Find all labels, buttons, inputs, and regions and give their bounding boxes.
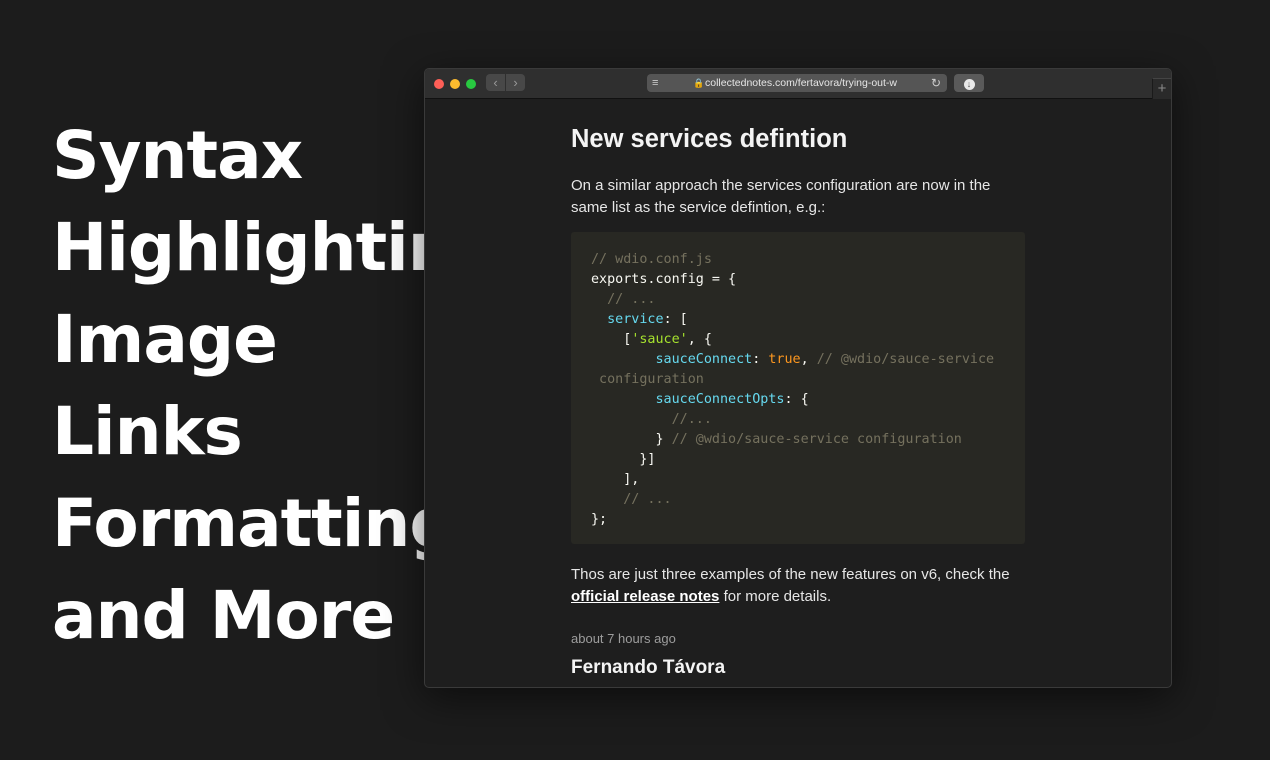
code-line: //... [591,412,712,427]
reader-view-icon[interactable]: ≡ [652,74,658,92]
code-comment: configuration [591,372,704,387]
paragraph-text: Thos are just three examples of the new … [571,566,1010,583]
release-notes-link[interactable]: official release notes [571,588,719,605]
code-line: sauceConnectOpts: { [655,392,809,407]
code-key: sauceConnectOpts [655,392,785,407]
new-tab-button[interactable]: + [1152,78,1171,99]
plus-icon: + [1157,80,1167,97]
code-text: // wdio.conf.js exports.config = { // ..… [571,232,1025,530]
code-line: sauceConnect: true, // @wdio/sauce-servi… [655,352,995,367]
back-button[interactable]: ‹ [486,74,505,91]
zoom-window-button[interactable] [466,79,476,89]
author-name: Fernando Távora [571,657,726,678]
minimize-window-button[interactable] [450,79,460,89]
code-comment: // @wdio/sauce-service [816,352,995,367]
post-timestamp: about 7 hours ago [571,631,676,646]
code-line: }] [591,452,656,467]
code-block: // wdio.conf.js exports.config = { // ..… [571,232,1025,544]
download-button[interactable]: ↓ [954,74,984,92]
browser-toolbar: ‹ › ≡ 🔒 collectednotes.com/fertavora/try… [425,69,1171,99]
code-line: exports.config = { [591,272,737,287]
code-line: ['sauce', { [591,332,712,347]
code-line: // wdio.conf.js [591,252,712,267]
chevron-right-icon: › [513,75,518,90]
code-line: ], [591,472,640,487]
code-line: // ... [591,492,672,507]
code-line: // ... [591,292,656,307]
lock-icon: 🔒 [693,78,705,88]
chevron-left-icon: ‹ [493,75,498,90]
article-paragraph: On a similar approach the services confi… [571,177,991,216]
code-line: service: [ [607,312,688,327]
code-line: }; [591,512,608,527]
paragraph-text: for more details. [719,588,832,605]
article-heading: New services defintion [571,125,848,153]
code-line: configuration [591,372,704,387]
code-boolean: true [768,352,801,367]
forward-button[interactable]: › [506,74,525,91]
code-line: } // @wdio/sauce-service configuration [591,432,962,447]
address-bar[interactable]: ≡ 🔒 collectednotes.com/fertavora/trying-… [647,74,947,92]
download-icon: ↓ [963,79,975,90]
code-key: sauceConnect [655,352,753,367]
code-comment: // @wdio/sauce-service configuration [671,432,962,447]
url-text[interactable]: collectednotes.com/fertavora/trying-out-… [705,74,920,92]
browser-window: ‹ › ≡ 🔒 collectednotes.com/fertavora/try… [424,68,1172,688]
code-comment: //... [671,412,712,427]
close-window-button[interactable] [434,79,444,89]
reload-icon[interactable]: ↻ [931,74,941,92]
code-key: service [607,312,664,327]
code-comment: // ... [623,492,672,507]
code-comment: // wdio.conf.js [591,252,712,267]
article-paragraph: Thos are just three examples of the new … [571,564,1031,608]
code-comment: // ... [607,292,656,307]
code-string: 'sauce' [631,332,688,347]
